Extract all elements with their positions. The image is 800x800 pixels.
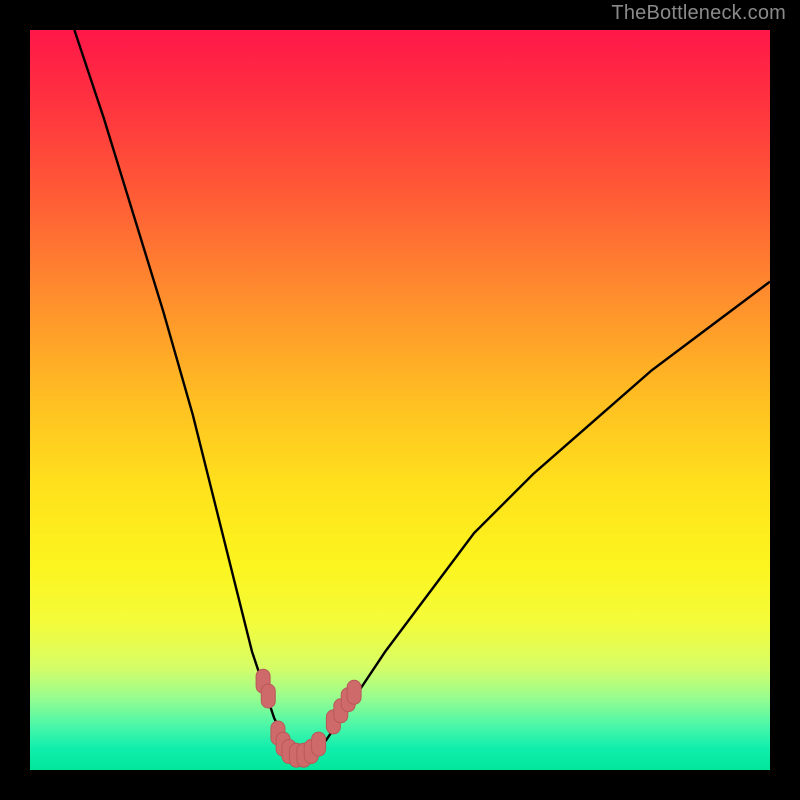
chart-frame: TheBottleneck.com [0,0,800,800]
optimal-marker [312,732,326,756]
optimal-marker [347,680,361,704]
heat-background [30,30,770,770]
optimal-marker [261,684,275,708]
bottleneck-chart [30,30,770,770]
plot-area [30,30,770,770]
watermark-text: TheBottleneck.com [611,2,786,25]
